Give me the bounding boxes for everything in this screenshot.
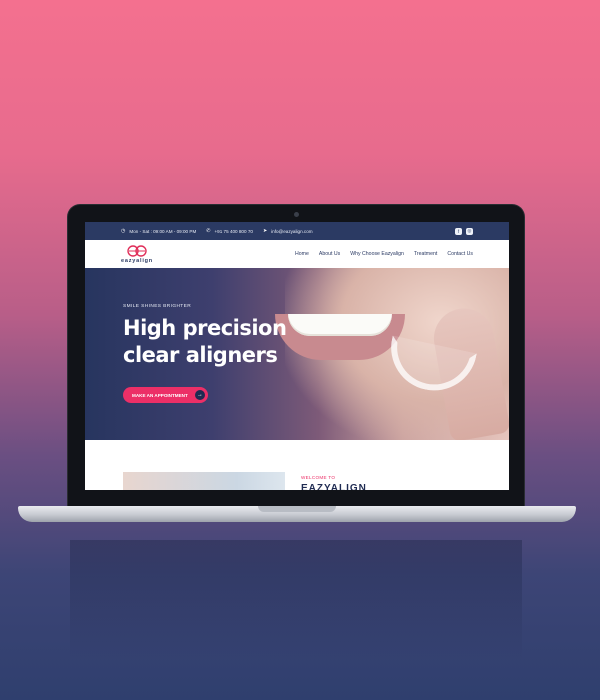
- email-text[interactable]: info@eazyalign.com: [271, 229, 312, 234]
- main-navigation: eazyalign Home About Us Why Choose Eazya…: [85, 240, 509, 268]
- nav-home[interactable]: Home: [295, 251, 309, 257]
- facebook-icon[interactable]: f: [455, 227, 462, 235]
- welcome-label: WELCOME TO: [301, 475, 336, 480]
- social-links: f ◎: [455, 227, 473, 235]
- hours-info: ◷ Mon - Sat : 09:00 AM - 09:00 PM: [121, 228, 196, 234]
- website-screen: ◷ Mon - Sat : 09:00 AM - 09:00 PM ✆ +91 …: [85, 222, 509, 490]
- nav-contact[interactable]: Contact Us: [447, 251, 473, 257]
- email-info[interactable]: ➤ info@eazyalign.com: [263, 228, 313, 234]
- laptop-notch: [258, 506, 336, 512]
- hours-text: Mon - Sat : 09:00 AM - 09:00 PM: [129, 228, 197, 234]
- clock-icon: ◷: [121, 228, 126, 234]
- welcome-brand-heading: EAZYALIGN: [301, 484, 367, 490]
- logo-mark-icon: [127, 244, 147, 257]
- cta-label: MAKE AN APPOINTMENT: [132, 392, 188, 398]
- logo-text: eazyalign: [121, 257, 153, 264]
- make-appointment-button[interactable]: MAKE AN APPOINTMENT →: [123, 387, 208, 403]
- nav-menu: Home About Us Why Choose Eazyalign Treat…: [295, 251, 473, 257]
- nav-why-choose[interactable]: Why Choose Eazyalign: [350, 251, 404, 257]
- hero-headline: High precision clear aligners: [123, 316, 287, 367]
- laptop-reflection: [70, 540, 522, 660]
- phone-info[interactable]: ✆ +91 75 400 800 70: [206, 228, 253, 234]
- logo[interactable]: eazyalign: [121, 244, 153, 264]
- nav-treatment[interactable]: Treatment: [414, 251, 437, 257]
- instagram-icon[interactable]: ◎: [466, 227, 473, 235]
- phone-icon: ✆: [206, 228, 211, 234]
- top-info-bar: ◷ Mon - Sat : 09:00 AM - 09:00 PM ✆ +91 …: [85, 222, 509, 240]
- hero-banner: SMILE SHINES BRIGHTER High precision cle…: [85, 268, 509, 440]
- welcome-section: WELCOME TO EAZYALIGN: [85, 440, 509, 490]
- phone-text[interactable]: +91 75 400 800 70: [214, 229, 252, 234]
- arrow-right-icon: →: [194, 390, 205, 400]
- hero-eyebrow: SMILE SHINES BRIGHTER: [123, 304, 192, 309]
- send-icon: ➤: [262, 228, 268, 234]
- laptop-mockup: ◷ Mon - Sat : 09:00 AM - 09:00 PM ✆ +91 …: [0, 0, 600, 700]
- camera-icon: [294, 212, 299, 217]
- hero-text: SMILE SHINES BRIGHTER High precision cle…: [123, 304, 363, 403]
- nav-about[interactable]: About Us: [319, 251, 340, 257]
- welcome-photo: [123, 472, 285, 490]
